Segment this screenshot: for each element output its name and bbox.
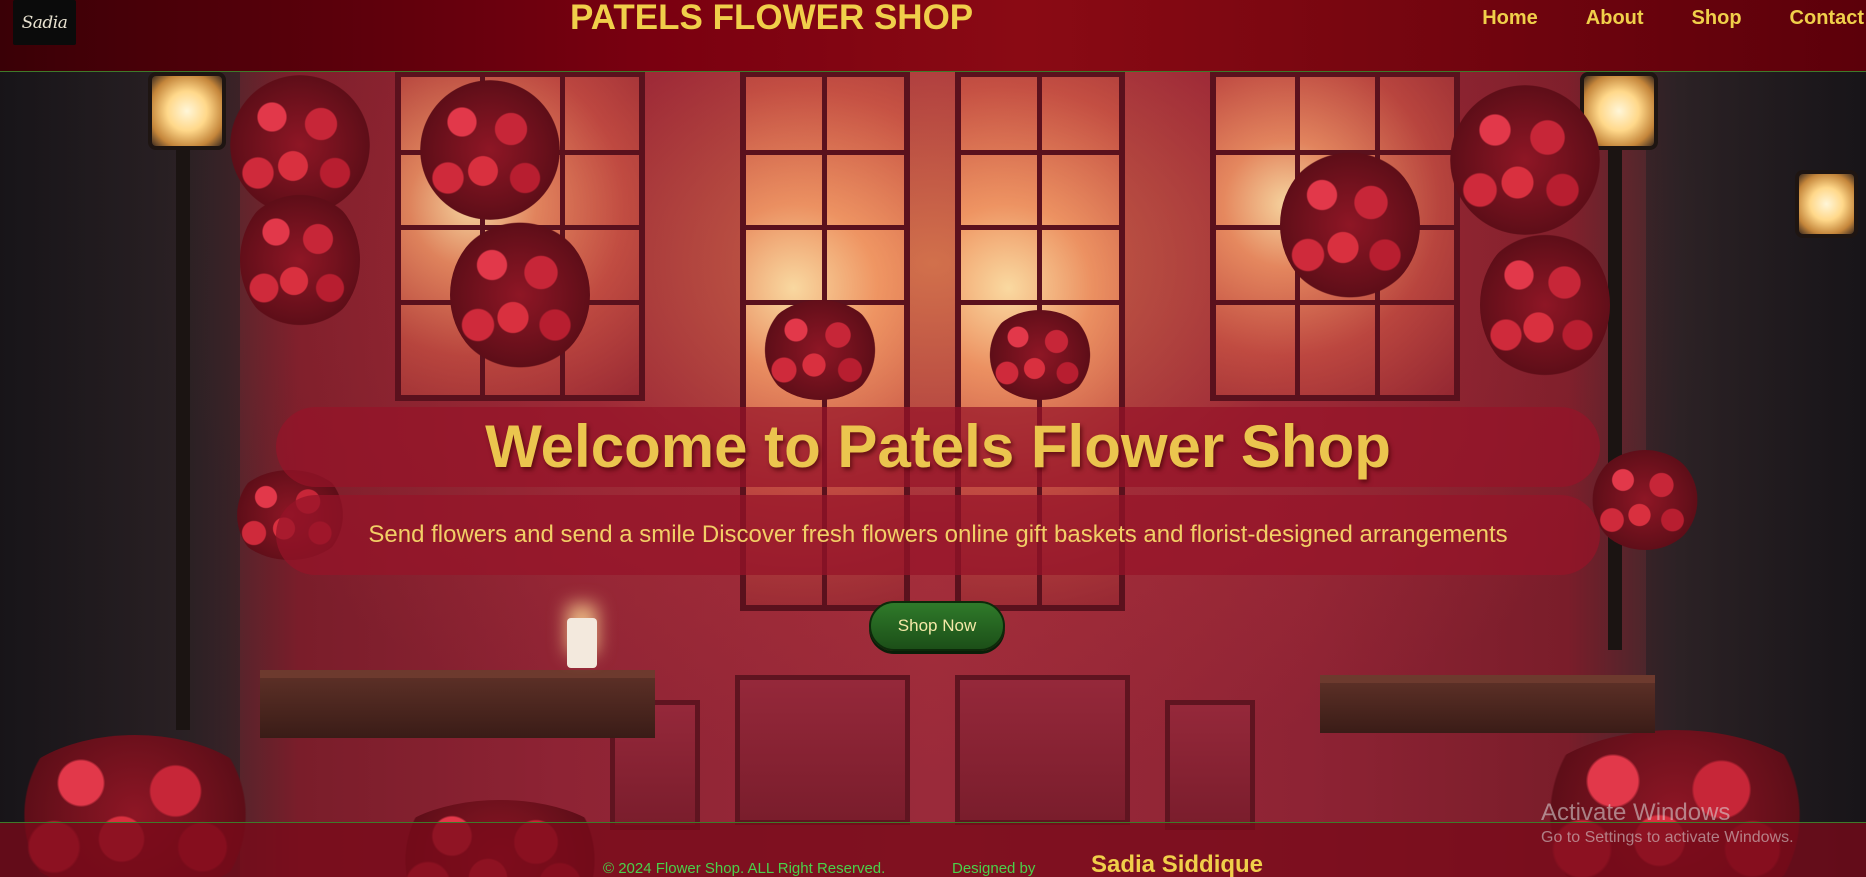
shop-now-button[interactable]: Shop Now xyxy=(869,601,1005,651)
site-title: PATELS FLOWER SHOP xyxy=(570,0,974,37)
hero-subtitle: Send flowers and send a smile Discover f… xyxy=(368,521,1508,548)
watermark-subtitle: Go to Settings to activate Windows. xyxy=(1541,829,1794,846)
designed-by-label: Designed by xyxy=(952,860,1036,877)
nav-link-shop[interactable]: Shop xyxy=(1668,6,1766,30)
activate-windows-watermark: Activate Windows Go to Settings to activ… xyxy=(1541,799,1794,849)
nav-link-about[interactable]: About xyxy=(1562,6,1668,30)
nav-link-home[interactable]: Home xyxy=(1458,6,1562,30)
hero-title: Welcome to Patels Flower Shop xyxy=(485,413,1391,480)
site-logo[interactable]: Sadia xyxy=(13,0,76,45)
copyright-text: © 2024 Flower Shop. ALL Right Reserved. xyxy=(603,860,886,877)
main-nav: Home About Shop Contact xyxy=(1458,6,1866,30)
designer-name: Sadia Siddique xyxy=(1091,851,1264,877)
site-header: Sadia PATELS FLOWER SHOP Home About Shop… xyxy=(0,0,1866,72)
logo-text: Sadia xyxy=(21,12,68,33)
nav-link-contact[interactable]: Contact xyxy=(1766,6,1866,30)
watermark-title: Activate Windows xyxy=(1541,799,1731,826)
page: Sadia PATELS FLOWER SHOP Home About Shop… xyxy=(0,0,1866,877)
